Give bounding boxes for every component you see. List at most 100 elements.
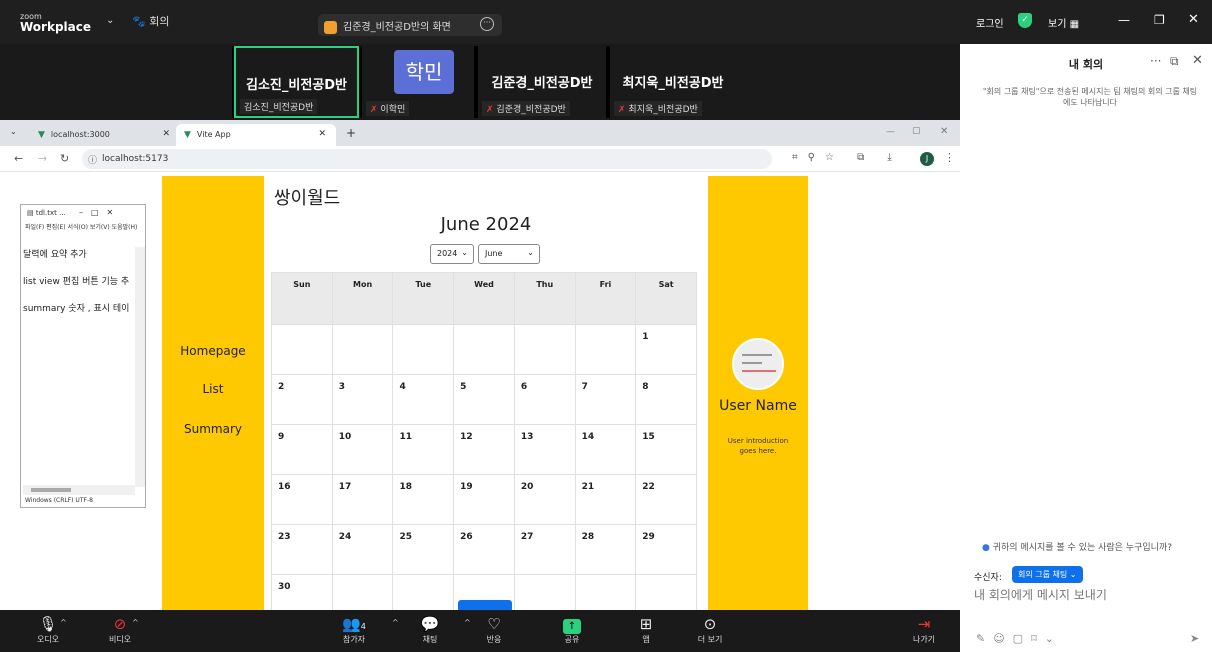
popout-icon[interactable]: ⧉ xyxy=(1170,54,1179,69)
video-strip: 김소진_비전공D반 김소진_비전공D반 학민 ✗ 이학민 김준경_비전공D반 ✗… xyxy=(232,46,736,118)
screen-share-indicator[interactable]: 김준경_비전공D반의 화면 ··· xyxy=(318,14,502,36)
day-cell[interactable]: 22 xyxy=(635,474,697,525)
mic-muted-icon: ✗ xyxy=(618,105,626,115)
recipient-dropdown[interactable]: 회의 그룹 채팅 ⌄ xyxy=(1012,566,1083,583)
day-cell[interactable] xyxy=(271,324,333,375)
video-button[interactable]: ⊘ 비디오 ^ xyxy=(100,614,140,645)
maximize-icon[interactable]: ▢ xyxy=(912,126,921,136)
day-cell[interactable] xyxy=(331,324,394,375)
day-cell[interactable]: 29 xyxy=(635,524,697,575)
browser-menu-icon[interactable]: ⋮ xyxy=(944,151,955,164)
day-cell[interactable] xyxy=(513,324,576,375)
chat-tools[interactable]: ✎☺▢⌑⌄ xyxy=(976,632,1062,645)
scrollbar-thumb[interactable] xyxy=(31,488,71,492)
day-cell[interactable]: 19 xyxy=(453,474,515,525)
browser-tab[interactable]: ▼ localhost:3000 ✕ xyxy=(30,124,180,146)
day-cell[interactable]: 4 xyxy=(392,374,455,425)
browser-tab-active[interactable]: ▼ Vite App ✕ xyxy=(176,124,336,146)
day-cell[interactable]: 28 xyxy=(574,524,637,575)
more-button[interactable]: ⊙ 더 보기 xyxy=(690,614,730,645)
day-cell[interactable]: 2 xyxy=(271,374,333,425)
nav-link-summary[interactable]: Summary xyxy=(162,422,264,436)
day-cell[interactable]: 8 xyxy=(635,374,697,425)
reactions-button[interactable]: ♡ 반응 xyxy=(474,614,514,645)
audio-button[interactable]: 🎙 오디오 ^ xyxy=(28,614,68,645)
day-cell[interactable]: 27 xyxy=(513,524,576,575)
address-bar-icons[interactable]: ⌗⚲☆ ⧉ ⤓ xyxy=(792,152,902,163)
participant-tile[interactable]: 최지욱_비전공D반 ✗ 최지욱_비전공D반 xyxy=(610,46,736,118)
chevron-up-icon[interactable]: ^ xyxy=(464,618,471,627)
day-cell[interactable]: 16 xyxy=(271,474,333,525)
day-cell[interactable]: 5 xyxy=(453,374,515,425)
close-tab-icon[interactable]: ✕ xyxy=(318,129,326,139)
share-button[interactable]: ↑ 공유 xyxy=(552,614,592,645)
meeting-menu-button[interactable]: 🐾 회의 xyxy=(132,13,169,29)
participants-button[interactable]: 👥4 참가자 ^ xyxy=(330,614,399,645)
day-cell[interactable]: 26 xyxy=(453,524,515,575)
day-cell[interactable]: 1 xyxy=(635,324,697,375)
forward-arrow-icon[interactable]: → xyxy=(38,152,47,165)
day-cell[interactable]: 24 xyxy=(331,524,394,575)
vertical-scrollbar[interactable] xyxy=(135,247,145,487)
day-cell[interactable]: 3 xyxy=(331,374,394,425)
close-tab-icon[interactable]: ✕ xyxy=(162,129,170,139)
send-icon[interactable]: ➤ xyxy=(1190,632,1199,645)
day-cell[interactable]: 12 xyxy=(453,424,515,475)
who-can-see-link[interactable]: ● 귀하의 메시지를 볼 수 있는 사람은 누구입니까? xyxy=(982,540,1172,553)
profile-avatar[interactable]: J xyxy=(920,152,934,166)
day-cell[interactable]: 10 xyxy=(331,424,394,475)
day-cell[interactable] xyxy=(453,324,515,375)
chevron-down-icon[interactable]: ⌄ xyxy=(106,15,114,26)
url-input[interactable] xyxy=(82,149,772,169)
day-cell[interactable]: 14 xyxy=(574,424,637,475)
day-cell[interactable]: 21 xyxy=(574,474,637,525)
day-cell[interactable]: 23 xyxy=(271,524,333,575)
notepad-line: summary 숫자 , 표시 테이 xyxy=(23,304,130,314)
day-cell[interactable]: 11 xyxy=(392,424,455,475)
day-cell[interactable]: 9 xyxy=(271,424,333,475)
participant-tile[interactable]: 김소진_비전공D반 김소진_비전공D반 xyxy=(234,46,359,118)
reload-icon[interactable]: ↻ xyxy=(60,152,69,165)
view-button[interactable]: 보기 ▦ xyxy=(1048,15,1079,30)
day-cell[interactable]: 13 xyxy=(513,424,576,475)
apps-button[interactable]: ⊞ 앱 xyxy=(626,614,666,645)
day-cell[interactable] xyxy=(574,324,637,375)
participant-tile[interactable]: 김준경_비전공D반 ✗ 김준경_비전공D반 xyxy=(478,46,606,118)
new-tab-button[interactable]: + xyxy=(346,126,356,140)
nav-link-homepage[interactable]: Homepage xyxy=(162,344,264,358)
day-cell[interactable]: 15 xyxy=(635,424,697,475)
day-cell[interactable]: 7 xyxy=(574,374,637,425)
chat-button[interactable]: 💬 채팅 ^ xyxy=(410,614,471,645)
day-cell[interactable]: 18 xyxy=(392,474,455,525)
leave-button[interactable]: ⇥ 나가기 xyxy=(904,614,944,645)
chevron-up-icon[interactable]: ^ xyxy=(392,618,399,627)
day-cell[interactable]: 20 xyxy=(513,474,576,525)
month-select[interactable]: June ⌄ xyxy=(478,244,540,264)
participant-tile[interactable]: 학민 ✗ 이학민 xyxy=(362,46,474,118)
notepad-text-area[interactable]: 달력에 요약 추가 list view 편집 버튼 기능 추 summary 숫… xyxy=(23,247,135,328)
login-button[interactable]: 로그인 xyxy=(976,15,1004,30)
day-cell[interactable]: 17 xyxy=(331,474,394,525)
close-icon[interactable]: ✕ xyxy=(1192,53,1203,68)
shield-check-icon[interactable]: ✓ xyxy=(1018,13,1032,28)
tab-search-icon[interactable]: ⌄ xyxy=(10,127,17,136)
more-icon[interactable]: ··· xyxy=(1150,54,1161,68)
restore-icon[interactable]: ❐ xyxy=(1154,13,1165,27)
nav-link-list[interactable]: List xyxy=(162,382,264,396)
notepad-menu-bar[interactable]: 파일(F) 편집(E) 서식(O) 보기(V) 도움말(H) xyxy=(25,223,143,233)
chevron-up-icon[interactable]: ^ xyxy=(60,618,67,627)
minimize-icon[interactable]: — xyxy=(1118,13,1130,27)
day-cell[interactable]: 6 xyxy=(513,374,576,425)
chat-message-input[interactable] xyxy=(974,588,1200,602)
day-cell[interactable]: 25 xyxy=(392,524,455,575)
more-options-icon[interactable]: ··· xyxy=(480,17,494,31)
year-select[interactable]: 2024 ⌄ xyxy=(430,244,474,264)
back-arrow-icon[interactable]: ← xyxy=(14,152,23,165)
notepad-window-controls[interactable]: –□✕ xyxy=(79,208,121,217)
minimize-icon[interactable]: — xyxy=(886,127,895,137)
day-cell[interactable] xyxy=(392,324,455,375)
chevron-up-icon[interactable]: ^ xyxy=(132,618,139,627)
close-icon[interactable]: ✕ xyxy=(940,126,948,137)
close-icon[interactable]: ✕ xyxy=(1188,12,1199,27)
site-info-icon[interactable]: ⓘ xyxy=(88,153,97,166)
